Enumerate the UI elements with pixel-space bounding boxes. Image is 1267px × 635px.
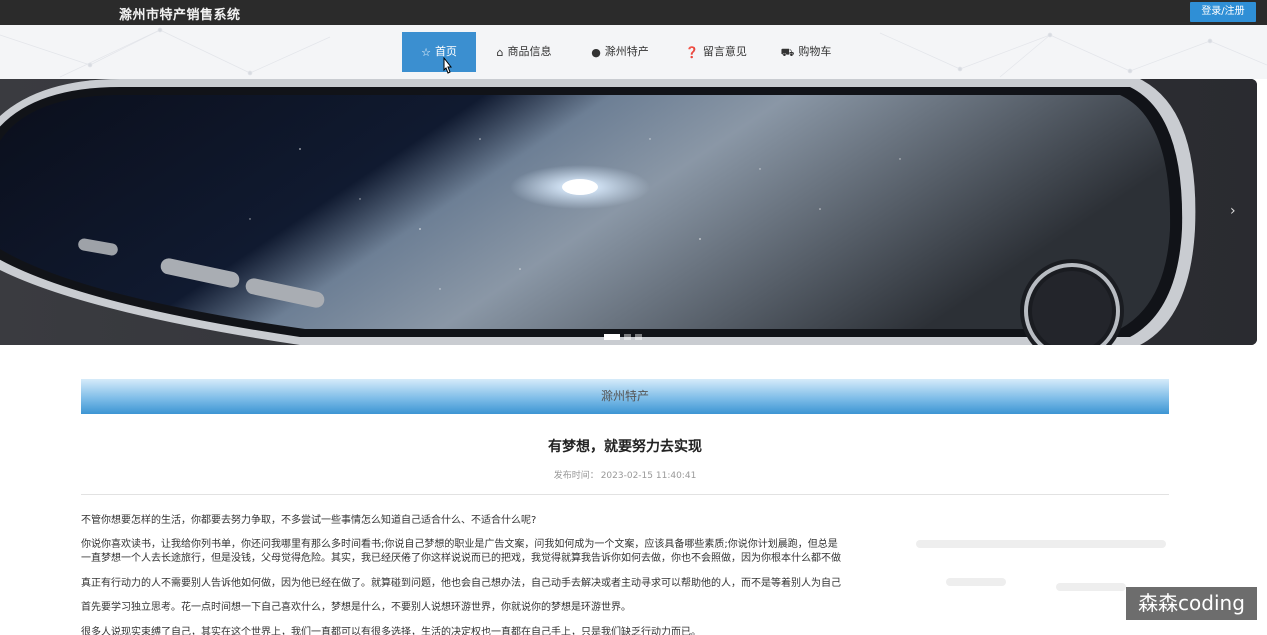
nav-item-feedback[interactable]: ❓ 留言意见 — [680, 32, 752, 72]
banner-carousel[interactable]: › — [0, 79, 1257, 345]
nav-band: ☆ 首页 ⌂ 商品信息 ● 滁州特产 ❓ 留言意见 ⛟ 购物车 — [0, 25, 1267, 79]
mouse-cursor-icon — [443, 57, 453, 74]
cart-icon: ⛟ — [780, 45, 795, 59]
banner-next-arrow[interactable]: › — [1230, 203, 1236, 219]
article-title: 有梦想，就要努力去实现 — [548, 439, 702, 455]
star-icon: ☆ — [421, 45, 431, 59]
login-register-button[interactable]: 登录/注册 — [1190, 2, 1256, 22]
info-icon: ● — [591, 45, 601, 59]
nav-item-products[interactable]: ⌂ 商品信息 — [488, 32, 560, 72]
main-nav: ☆ 首页 ⌂ 商品信息 ● 滁州特产 ❓ 留言意见 ⛟ 购物车 — [0, 25, 1267, 79]
banner-image — [0, 79, 1257, 345]
nav-item-specialties[interactable]: ● 滁州特产 — [584, 32, 656, 72]
article-meta: 发布时间： 2023-02-15 11:40:41 — [81, 468, 1169, 481]
site-title: 滁州市特产销售系统 — [119, 8, 241, 23]
watermark: 森森coding — [1126, 587, 1257, 620]
carousel-dot[interactable] — [635, 334, 642, 340]
divider — [81, 494, 1169, 495]
article-paragraph: 很多人说现实束缚了自己，其实在这个世界上，我们一直都可以有很多选择，生活的决定权… — [81, 627, 701, 635]
nav-item-label: 购物车 — [798, 45, 832, 58]
nav-item-home[interactable]: ☆ 首页 — [402, 32, 476, 72]
nav-item-cart[interactable]: ⛟ 购物车 — [776, 32, 836, 72]
nav-item-label: 留言意见 — [702, 45, 747, 58]
carousel-indicators — [604, 334, 642, 340]
carousel-dot[interactable] — [624, 334, 631, 340]
question-icon: ❓ — [685, 45, 699, 59]
nav-item-label: 滁州特产 — [604, 45, 649, 58]
nav-item-label: 商品信息 — [507, 45, 552, 58]
bag-icon: ⌂ — [496, 45, 504, 59]
publish-label: 发布时间： — [553, 471, 599, 481]
top-bar: 滁州市特产销售系统 登录/注册 — [0, 0, 1267, 25]
publish-time: 2023-02-15 11:40:41 — [600, 471, 697, 481]
carousel-dot[interactable] — [604, 334, 620, 340]
section-header: 滁州特产 — [81, 379, 1169, 414]
